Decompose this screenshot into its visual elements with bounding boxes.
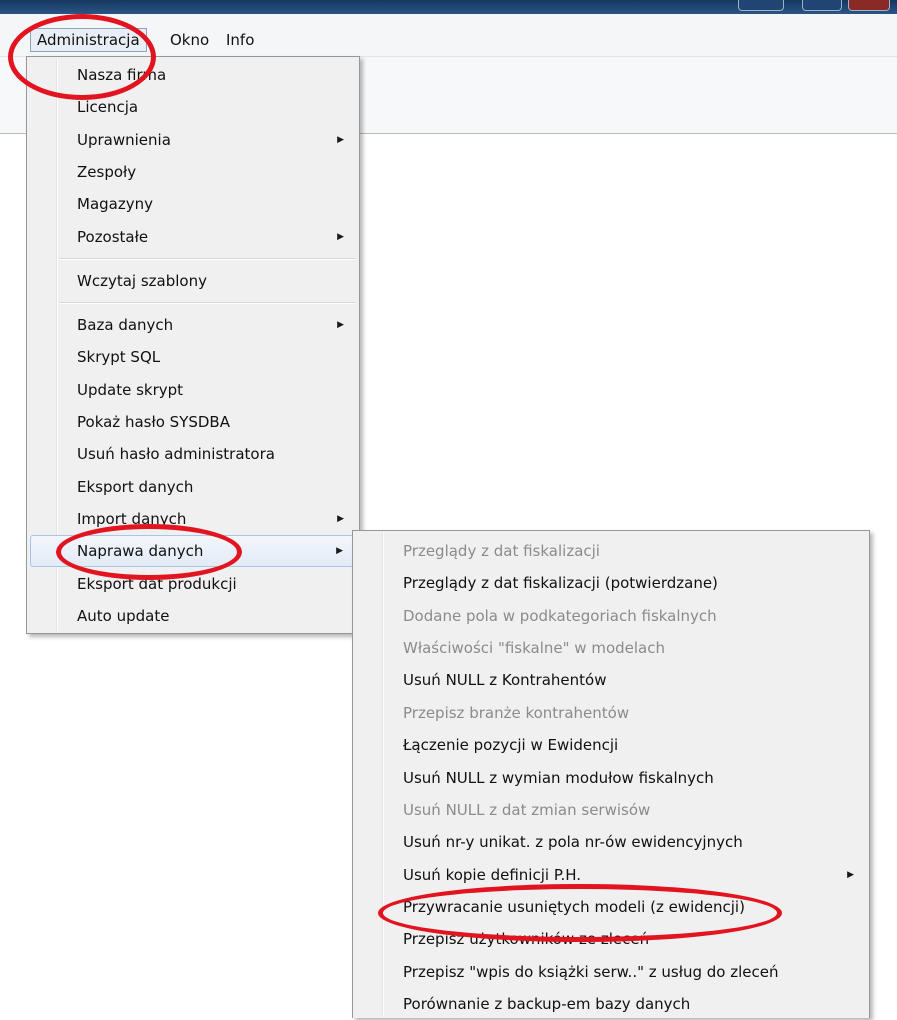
- menu-item-label: Update skrypt: [77, 381, 184, 399]
- menu-item-label: Właściwości "fiskalne" w modelach: [403, 639, 665, 657]
- menu-separator: [59, 258, 355, 260]
- submenu-item-usun-kopie-definicji[interactable]: Usuń kopie definicji P.H. ▶: [356, 859, 866, 891]
- menu-okno[interactable]: Okno: [164, 28, 215, 52]
- menu-item-eksport-danych[interactable]: Eksport danych: [30, 471, 356, 503]
- submenu-item-usun-null-dat[interactable]: Usuń NULL z dat zmian serwisów: [356, 794, 866, 826]
- menu-item-label: Usuń NULL z dat zmian serwisów: [403, 801, 651, 819]
- menu-item-label: Usuń hasło administratora: [77, 445, 275, 463]
- menu-item-pokaz-haslo-sysdba[interactable]: Pokaż hasło SYSDBA: [30, 406, 356, 438]
- menu-item-label: Licencja: [77, 98, 139, 116]
- menu-info[interactable]: Info: [220, 28, 260, 52]
- submenu-arrow-icon: ▶: [337, 320, 344, 330]
- menu-item-label: Pokaż hasło SYSDBA: [77, 413, 230, 431]
- menu-item-label: Przeglądy z dat fiskalizacji: [403, 542, 600, 560]
- menu-item-label: Magazyny: [77, 195, 153, 213]
- submenu-item-laczenie-pozycji[interactable]: Łączenie pozycji w Ewidencji: [356, 729, 866, 761]
- menu-item-label: Uprawnienia: [77, 131, 171, 149]
- submenu-item-usun-null-kontrahentow[interactable]: Usuń NULL z Kontrahentów: [356, 664, 866, 696]
- menu-item-nasza-firma[interactable]: Nasza firma: [30, 59, 356, 91]
- menu-item-update-skrypt[interactable]: Update skrypt: [30, 374, 356, 406]
- submenu-item-porownanie-backup[interactable]: Porównanie z backup-em bazy danych: [356, 988, 866, 1020]
- submenu-arrow-icon: ▶: [847, 870, 854, 880]
- menu-item-magazyny[interactable]: Magazyny: [30, 188, 356, 220]
- menu-item-naprawa-danych[interactable]: Naprawa danych ▶: [30, 535, 356, 567]
- menu-item-label: Przeglądy z dat fiskalizacji (potwierdza…: [403, 574, 718, 592]
- menu-item-licencja[interactable]: Licencja: [30, 91, 356, 123]
- menubar: Administracja Okno Info: [0, 14, 897, 57]
- menu-item-label: Usuń kopie definicji P.H.: [403, 866, 582, 884]
- menu-item-auto-update[interactable]: Auto update: [30, 600, 356, 632]
- submenu-arrow-icon: ▶: [337, 514, 344, 524]
- menu-item-import-danych[interactable]: Import danych ▶: [30, 503, 356, 535]
- menu-item-skrypt-sql[interactable]: Skrypt SQL: [30, 341, 356, 373]
- menu-item-label: Przywracanie usuniętych modeli (z ewiden…: [403, 898, 745, 916]
- minimize-button[interactable]: [738, 0, 784, 11]
- menu-item-label: Naprawa danych: [77, 542, 204, 560]
- menu-item-baza-danych[interactable]: Baza danych ▶: [30, 309, 356, 341]
- close-button[interactable]: [848, 0, 890, 11]
- menu-item-label: Usuń NULL z Kontrahentów: [403, 671, 607, 689]
- submenu-item-przeglady-fiskalizacji[interactable]: Przeglądy z dat fiskalizacji: [356, 535, 866, 567]
- menu-item-label: Porównanie z backup-em bazy danych: [403, 995, 691, 1013]
- submenu-item-przywracanie-modeli[interactable]: Przywracanie usuniętych modeli (z ewiden…: [356, 891, 866, 923]
- maximize-button[interactable]: [802, 0, 842, 11]
- menu-item-label: Nasza firma: [77, 66, 167, 84]
- menu-administracja[interactable]: Administracja: [30, 28, 147, 52]
- menu-item-label: Auto update: [77, 607, 170, 625]
- menu-item-label: Eksport danych: [77, 478, 194, 496]
- submenu-item-przepisz-branze[interactable]: Przepisz branże kontrahentów: [356, 697, 866, 729]
- submenu-item-usun-null-wymian[interactable]: Usuń NULL z wymian modułow fiskalnych: [356, 762, 866, 794]
- submenu-item-przepisz-wpis[interactable]: Przepisz "wpis do książki serw.." z usłu…: [356, 956, 866, 988]
- menu-item-label: Usuń NULL z wymian modułow fiskalnych: [403, 769, 714, 787]
- submenu-item-wlasciwosci-fiskalne[interactable]: Właściwości "fiskalne" w modelach: [356, 632, 866, 664]
- window-titlebar: [0, 0, 897, 14]
- menu-item-pozostale[interactable]: Pozostałe ▶: [30, 221, 356, 253]
- submenu-arrow-icon: ▶: [337, 135, 344, 145]
- menu-item-usun-haslo-administratora[interactable]: Usuń hasło administratora: [30, 438, 356, 470]
- menu-item-zespoly[interactable]: Zespoły: [30, 156, 356, 188]
- menu-item-label: Wczytaj szablony: [77, 272, 207, 290]
- menu-item-wczytaj-szablony[interactable]: Wczytaj szablony: [30, 265, 356, 297]
- menu-item-label: Przepisz "wpis do książki serw.." z usłu…: [403, 963, 779, 981]
- menu-item-uprawnienia[interactable]: Uprawnienia ▶: [30, 124, 356, 156]
- menu-item-label: Baza danych: [77, 316, 174, 334]
- naprawa-danych-submenu: Przeglądy z dat fiskalizacji Przeglądy z…: [352, 530, 870, 1018]
- menu-item-label: Usuń nr-y unikat. z pola nr-ów ewidencyj…: [403, 833, 743, 851]
- menu-separator: [59, 302, 355, 304]
- menu-item-label: Import danych: [77, 510, 187, 528]
- menu-item-label: Skrypt SQL: [77, 348, 161, 366]
- administracja-dropdown: Nasza firma Licencja Uprawnienia ▶ Zespoł…: [26, 56, 360, 634]
- submenu-item-dodane-pola[interactable]: Dodane pola w podkategoriach fiskalnych: [356, 600, 866, 632]
- submenu-arrow-icon: ▶: [336, 546, 343, 556]
- menu-item-label: Przepisz branże kontrahentów: [403, 704, 630, 722]
- menu-item-label: Dodane pola w podkategoriach fiskalnych: [403, 607, 717, 625]
- menu-item-label: Pozostałe: [77, 228, 149, 246]
- menu-item-eksport-dat-produkcji[interactable]: Eksport dat produkcji: [30, 568, 356, 600]
- submenu-arrow-icon: ▶: [337, 232, 344, 242]
- submenu-item-przepisz-uzytkownikow[interactable]: Przepisz użytkowników ze zleceń: [356, 923, 866, 955]
- menu-item-label: Przepisz użytkowników ze zleceń: [403, 930, 650, 948]
- menu-item-label: Zespoły: [77, 163, 137, 181]
- submenu-item-przeglady-fiskalizacji-potwierdzane[interactable]: Przeglądy z dat fiskalizacji (potwierdza…: [356, 567, 866, 599]
- menu-item-label: Eksport dat produkcji: [77, 575, 237, 593]
- submenu-item-usun-nr-unikat[interactable]: Usuń nr-y unikat. z pola nr-ów ewidencyj…: [356, 826, 866, 858]
- menu-item-label: Łączenie pozycji w Ewidencji: [403, 736, 619, 754]
